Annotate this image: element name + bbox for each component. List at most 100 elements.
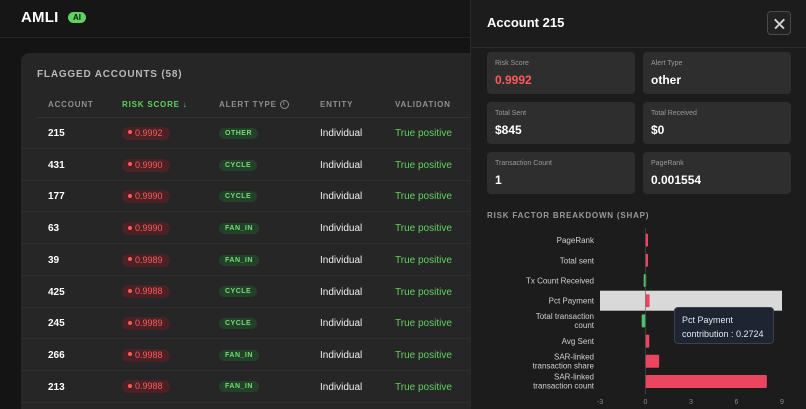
entity-cell: Individual bbox=[320, 381, 363, 393]
alert-type-cell: FAN_IN bbox=[219, 213, 259, 244]
risk-score-badge: 0.9992 bbox=[122, 126, 170, 140]
table-row[interactable]: 425 0.9988 CYCLE Individual True positive bbox=[21, 277, 501, 308]
shap-bar[interactable] bbox=[641, 314, 646, 328]
risk-score-badge: 0.9990 bbox=[122, 190, 170, 204]
shap-bar[interactable] bbox=[645, 334, 650, 348]
shap-bar[interactable] bbox=[643, 274, 647, 287]
info-icon[interactable]: i bbox=[279, 100, 289, 110]
stat-risk-score: Risk Score 0.9992 bbox=[487, 52, 635, 94]
validation-cell: True positive bbox=[395, 318, 452, 330]
stat-label: Total Received bbox=[651, 110, 697, 117]
header-alert-type[interactable]: ALERT TYPE i bbox=[219, 100, 289, 110]
validation-cell: True positive bbox=[395, 223, 452, 235]
shap-bar[interactable] bbox=[645, 233, 649, 247]
entity-cell: Individual bbox=[320, 286, 363, 298]
alert-type-badge: FAN_IN bbox=[219, 222, 259, 234]
risk-score-value: 0.9989 bbox=[135, 318, 163, 329]
entity-cell: Individual bbox=[320, 191, 363, 203]
account-id: 39 bbox=[48, 254, 60, 266]
account-id: 215 bbox=[48, 128, 65, 139]
shap-bar[interactable] bbox=[645, 354, 660, 368]
x-tick-label: 9 bbox=[780, 399, 784, 406]
shap-bar[interactable] bbox=[645, 375, 767, 388]
alert-type-badge: CYCLE bbox=[219, 318, 258, 330]
panel-title: Account 215 bbox=[487, 15, 565, 30]
validation-cell: True positive bbox=[395, 381, 452, 393]
header-validation[interactable]: VALIDATION bbox=[395, 100, 451, 109]
table-row[interactable]: 177 0.9990 CYCLE Individual True positive bbox=[21, 181, 501, 213]
stat-label: Total Sent bbox=[495, 110, 527, 117]
risk-score-cell: 0.9990 bbox=[122, 150, 170, 181]
validation-cell: True positive bbox=[395, 254, 452, 266]
validation-cell: True positive bbox=[395, 191, 452, 203]
account-id: 213 bbox=[48, 381, 65, 393]
risk-score-value: 0.9988 bbox=[135, 286, 163, 297]
alert-type-cell: FAN_IN bbox=[219, 372, 259, 403]
stat-total-sent: Total Sent $845 bbox=[487, 102, 635, 144]
entity-cell: Individual bbox=[320, 318, 363, 330]
risk-score-badge: 0.9990 bbox=[122, 158, 170, 172]
alert-type-badge: FAN_IN bbox=[219, 254, 259, 266]
stat-value: $845 bbox=[495, 123, 522, 137]
account-id: 431 bbox=[48, 159, 65, 171]
risk-score-value: 0.9990 bbox=[135, 222, 163, 233]
feature-label: PageRank bbox=[557, 236, 595, 245]
x-tick-label: 6 bbox=[735, 399, 739, 406]
stat-transaction-count: Transaction Count 1 bbox=[487, 152, 635, 194]
alert-type-cell: CYCLE bbox=[219, 308, 258, 339]
card-title: FLAGGED ACCOUNTS (58) bbox=[37, 69, 183, 80]
header-risk-score[interactable]: RISK SCORE ↓ bbox=[122, 100, 188, 109]
risk-score-badge: 0.9989 bbox=[122, 317, 170, 331]
entity-cell: Individual bbox=[320, 159, 363, 171]
x-tick-label: 0 bbox=[644, 399, 648, 406]
validation-cell: True positive bbox=[395, 159, 452, 171]
account-id: 266 bbox=[48, 349, 65, 361]
stat-label: PageRank bbox=[651, 160, 684, 167]
feature-label: Pct Payment bbox=[549, 297, 595, 306]
table-row[interactable]: 213 0.9988 FAN_IN Individual True positive bbox=[21, 372, 501, 403]
close-icon[interactable] bbox=[767, 11, 791, 35]
alert-type-badge: CYCLE bbox=[219, 286, 258, 298]
app-logo[interactable]: AMLI bbox=[21, 9, 58, 26]
account-id: 177 bbox=[48, 191, 65, 203]
tooltip-value: contribution : 0.2724 bbox=[682, 329, 764, 339]
risk-score-badge: 0.9988 bbox=[122, 285, 170, 299]
risk-score-value: 0.9992 bbox=[135, 127, 163, 138]
alert-type-cell: CYCLE bbox=[219, 181, 258, 212]
shap-bar[interactable] bbox=[645, 294, 650, 308]
risk-score-cell: 0.9988 bbox=[122, 372, 170, 403]
account-id: 425 bbox=[48, 286, 65, 298]
stat-value: 1 bbox=[495, 173, 502, 187]
risk-score-cell: 0.9990 bbox=[122, 181, 170, 212]
feature-label: Tx Count Received bbox=[526, 277, 594, 286]
header-entity[interactable]: ENTITY bbox=[320, 100, 353, 109]
alert-type-cell: OTHER bbox=[219, 118, 258, 149]
x-tick-label: 3 bbox=[689, 399, 693, 406]
feature-label: SAR-linked transaction count bbox=[533, 373, 595, 391]
shap-bar[interactable] bbox=[645, 253, 649, 267]
risk-score-badge: 0.9989 bbox=[122, 253, 170, 267]
table-row[interactable]: 431 0.9990 CYCLE Individual True positive bbox=[21, 150, 501, 181]
risk-score-value: 0.9988 bbox=[135, 381, 163, 392]
table-row[interactable]: 245 0.9989 CYCLE Individual True positive bbox=[21, 308, 501, 340]
stat-label: Risk Score bbox=[495, 60, 529, 67]
alert-type-cell: CYCLE bbox=[219, 150, 258, 181]
risk-dot-icon bbox=[128, 384, 132, 389]
risk-score-cell: 0.9989 bbox=[122, 308, 170, 339]
table-row[interactable]: 39 0.9989 FAN_IN Individual True positive bbox=[21, 245, 501, 276]
risk-dot-icon bbox=[128, 352, 132, 357]
risk-dot-icon bbox=[128, 130, 132, 135]
alert-type-badge: FAN_IN bbox=[219, 381, 259, 393]
alert-type-badge: FAN_IN bbox=[219, 349, 259, 361]
stat-label: Alert Type bbox=[651, 60, 683, 67]
table-row[interactable]: 266 0.9988 FAN_IN Individual True positive bbox=[21, 340, 501, 371]
account-id: 245 bbox=[48, 318, 65, 330]
risk-dot-icon bbox=[128, 162, 132, 167]
table-row[interactable]: 63 0.9990 FAN_IN Individual True positive bbox=[21, 213, 501, 245]
alert-type-cell: FAN_IN bbox=[219, 340, 259, 371]
header-account[interactable]: ACCOUNT bbox=[48, 100, 94, 109]
table-row[interactable]: 215 0.9992 OTHER Individual True positive bbox=[21, 118, 501, 149]
validation-cell: True positive bbox=[395, 286, 452, 298]
risk-score-cell: 0.9988 bbox=[122, 340, 170, 371]
risk-dot-icon bbox=[128, 257, 132, 262]
